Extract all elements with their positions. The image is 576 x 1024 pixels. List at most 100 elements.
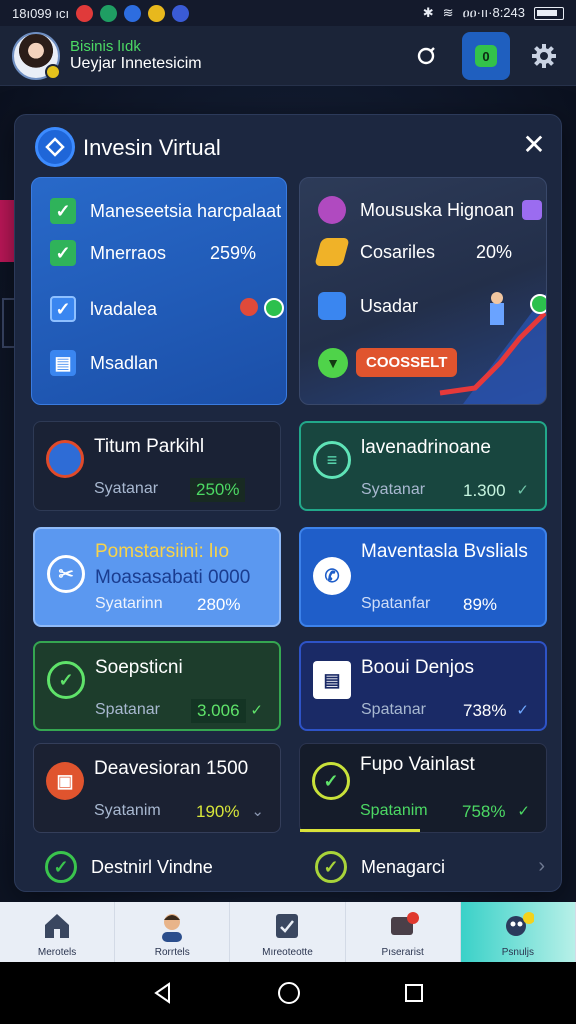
card-title: lavenadrinoane	[361, 437, 491, 458]
user-icon	[162, 914, 183, 942]
chevron-down-icon[interactable]: ✓	[250, 701, 263, 719]
document-icon	[318, 292, 346, 320]
chat-icon	[390, 912, 419, 935]
investment-card[interactable]: ✂ Pomstarsiini: lıo Moasasabati 0000 Sya…	[33, 527, 281, 627]
list-item[interactable]: ✓ lvadalea	[50, 296, 284, 322]
investment-card[interactable]: ▣ Deavesioran 1500 Syatanim 190% ⌄	[33, 743, 281, 833]
card-title: Pomstarsiini: lıo	[95, 541, 230, 562]
investment-card[interactable]: Titum Parkihl Syatanar 250%	[33, 421, 281, 511]
overview-panel[interactable]: ✓ Maneseetsia harcpalaat ✓ Mnerraos 259%…	[31, 177, 287, 405]
chat-icon	[318, 196, 346, 224]
menu-icon: ≡	[313, 441, 351, 479]
card-value: 250%	[190, 478, 246, 502]
home-icon	[45, 914, 70, 938]
bottom-right-label: Menagarci	[361, 856, 446, 877]
bottom-tab-bar: Merotels Rorrtels Mıreoteotte Pıserarist…	[0, 902, 576, 962]
wifi-icon: ≋	[442, 5, 454, 20]
system-nav-bar	[0, 962, 576, 1024]
investment-card[interactable]: ✆ Maventasla Bvslials Spatanfar 89%	[299, 527, 547, 627]
avatar-icon	[46, 440, 84, 478]
avatar-badge-icon	[45, 63, 61, 80]
card-subtitle: Syatanim	[94, 802, 161, 819]
card-value: 738%	[463, 701, 507, 720]
list-item-value: 259%	[210, 242, 257, 263]
tab-profile[interactable]: Rorrtels	[115, 902, 231, 962]
card-title: Maventasla Bvslials	[361, 541, 528, 562]
list-item-label: Maneseetsia harcpalaat	[90, 200, 282, 221]
card-value: 190%	[196, 802, 240, 821]
card-subtitle: Syatarinn	[95, 595, 163, 612]
gear-icon[interactable]	[528, 40, 560, 72]
search-icon[interactable]	[410, 40, 444, 74]
checkbox-icon[interactable]: ✓	[50, 296, 76, 322]
chevron-right-icon[interactable]: ›	[538, 855, 545, 878]
card-value: 758%	[462, 802, 506, 821]
card-title: Fupo Vainlast	[360, 754, 475, 775]
list-item-label: Cosariles	[360, 241, 436, 262]
tab-rewards[interactable]: Psnuljs	[460, 902, 576, 962]
wallet-button[interactable]: 0	[462, 32, 510, 80]
investment-card[interactable]: ✓ Fupo Vainlast Spatanim 758% ✓	[299, 743, 547, 833]
check-circle-icon: ✓	[315, 851, 347, 883]
list-item[interactable]: Moususka Hignoan	[318, 196, 543, 224]
notification-app-icon	[100, 4, 118, 22]
chevron-down-icon[interactable]: ▼	[318, 348, 348, 378]
list-item[interactable]: Cosariles 20%	[314, 238, 538, 266]
figure-icon	[240, 298, 258, 316]
investment-card[interactable]: ▤ Booui Denjos Spatanar 738% ✓	[299, 641, 547, 731]
status-bar: 18ı099 ıcı ✱ ≋ ዐዐ·ıı·8:243	[0, 0, 576, 26]
status-time: 18ı099 ıcı	[12, 5, 70, 21]
bottom-right-action[interactable]: ✓ Menagarci ›	[315, 851, 545, 883]
growth-panel[interactable]: Moususka Hignoan Cosariles 20% Usadar ▼ …	[299, 177, 547, 405]
list-item-label: Msadlan	[90, 352, 159, 373]
card-subtitle: Spatanfar	[361, 595, 431, 612]
header-title: Bisinis lıdk	[70, 37, 141, 55]
close-icon[interactable]: ✕	[519, 129, 549, 160]
header-subtitle: Ueyjar Innetesicim	[70, 54, 202, 72]
chevron-down-icon[interactable]: ⌄	[251, 802, 264, 820]
tab-home[interactable]: Merotels	[0, 902, 116, 962]
avatar[interactable]	[12, 31, 61, 80]
investment-modal: Invesin Virtual ✕ ✓ Maneseetsia harcpala…	[14, 114, 562, 892]
modal-title: Invesin Virtual	[83, 135, 221, 160]
tab-portfolio[interactable]: Pıserarist	[346, 902, 461, 962]
app-header: Bisinis lıdk Ueyjar Innetesicim 0	[0, 26, 576, 86]
bottom-left-label: Destnirl Vindne	[91, 856, 213, 877]
chevron-down-icon[interactable]: ✓	[516, 481, 529, 499]
checkbox-icon[interactable]: ✓	[50, 198, 76, 224]
back-icon[interactable]	[151, 981, 175, 1005]
card-value: 89%	[463, 595, 498, 614]
list-item-label: Moususka Hignoan	[360, 199, 515, 220]
tab-monitor[interactable]: Mıreoteotte	[230, 902, 346, 962]
recents-icon[interactable]	[403, 982, 425, 1004]
consult-button[interactable]: COOSSELT	[356, 348, 458, 377]
tab-label: Merotels	[37, 947, 77, 958]
list-item-label: Mnerraos	[90, 242, 167, 263]
list-item[interactable]: ▤ Msadlan	[50, 350, 158, 376]
list-item[interactable]: ✓ Mnerraos 259%	[50, 240, 280, 266]
notification-chrome-icon	[148, 4, 166, 22]
card-title: Deavesioran 1500	[94, 758, 249, 779]
checkbox-icon[interactable]: ✓	[50, 240, 76, 266]
investment-card[interactable]: ≡ lavenadrinoane Syatanar 1.300 ✓	[299, 421, 547, 511]
home-circle-icon[interactable]	[276, 980, 302, 1006]
notification-shield-icon	[124, 4, 142, 22]
card-title-secondary: Moasasabati 0000	[95, 567, 251, 588]
clipboard-icon	[276, 914, 299, 938]
document-icon: ▤	[313, 661, 351, 699]
card-title: Titum Parkihl	[94, 436, 205, 457]
card-value: 1.300	[463, 481, 506, 500]
card-subtitle: Spatanim	[360, 802, 428, 819]
document-icon: ▤	[50, 350, 76, 376]
chevron-down-icon[interactable]: ✓	[516, 701, 529, 719]
investment-card[interactable]: ✓ Soepsticni Spatanar 3.006 ✓	[33, 641, 281, 731]
chevron-down-icon[interactable]: ✓	[517, 802, 530, 820]
modal-logo-icon	[35, 127, 75, 167]
list-item-label: Usadar	[360, 295, 419, 316]
card-value: 3.006	[191, 699, 246, 723]
bottom-actions: ✓ Destnirl Vindne ✓ Menagarci ›	[45, 847, 545, 887]
bottom-left-action[interactable]: ✓ Destnirl Vindne	[45, 851, 213, 883]
list-item[interactable]: Usadar	[318, 292, 546, 320]
card-title: Booui Denjos	[361, 657, 475, 678]
list-item[interactable]: ✓ Maneseetsia harcpalaat	[50, 198, 281, 224]
